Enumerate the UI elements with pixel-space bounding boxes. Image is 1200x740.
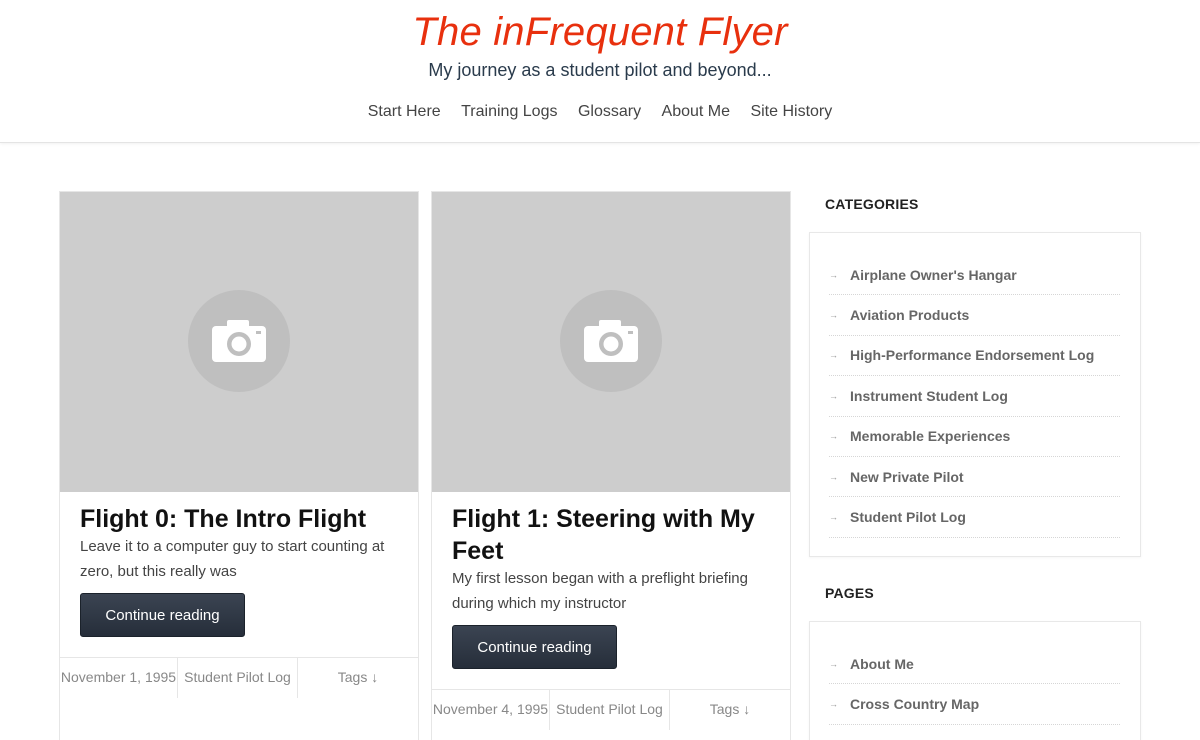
site-title[interactable]: The inFrequent Flyer xyxy=(0,10,1200,55)
category-link[interactable]: New Private Pilot xyxy=(850,469,964,485)
pages-list: → About Me → Cross Country Map xyxy=(829,644,1120,725)
arrow-right-icon: → xyxy=(829,471,838,482)
category-link[interactable]: Memorable Experiences xyxy=(850,428,1010,444)
categories-widget: → Airplane Owner's Hangar → Aviation Produ… xyxy=(809,232,1141,557)
post-category[interactable]: Student Pilot Log xyxy=(178,658,298,698)
arrow-right-icon: → xyxy=(829,310,838,321)
post-date[interactable]: November 4, 1995 xyxy=(432,690,550,730)
arrow-right-icon: → xyxy=(829,350,838,361)
post-excerpt: Leave it to a computer guy to start coun… xyxy=(80,538,385,580)
site-header: The inFrequent Flyer My journey as a stu… xyxy=(0,0,1200,143)
nav-about-me[interactable]: About Me xyxy=(662,103,730,120)
post-card: Flight 0: The Intro Flight Leave it to a… xyxy=(59,191,419,740)
continue-reading-button[interactable]: Continue reading xyxy=(452,625,617,669)
page-item[interactable]: → Cross Country Map xyxy=(829,684,1120,725)
arrow-right-icon: → xyxy=(829,390,838,401)
post-date[interactable]: November 1, 1995 xyxy=(60,658,178,698)
page-link[interactable]: Cross Country Map xyxy=(850,696,979,712)
categories-widget-title: CATEGORIES xyxy=(825,196,919,212)
continue-reading-button[interactable]: Continue reading xyxy=(80,593,245,637)
category-item[interactable]: → Instrument Student Log xyxy=(829,376,1120,417)
page-item[interactable]: → About Me xyxy=(829,644,1120,685)
nav-training-logs[interactable]: Training Logs xyxy=(461,103,557,120)
post-meta: November 1, 1995 Student Pilot Log Tags … xyxy=(60,657,418,698)
category-link[interactable]: Aviation Products xyxy=(850,307,969,323)
camera-icon xyxy=(560,290,662,392)
camera-icon xyxy=(188,290,290,392)
page-link[interactable]: About Me xyxy=(850,656,914,672)
arrow-right-icon: → xyxy=(829,269,838,280)
pages-widget-title: PAGES xyxy=(825,585,874,601)
category-item[interactable]: → Aviation Products xyxy=(829,295,1120,336)
site-tagline: My journey as a student pilot and beyond… xyxy=(428,60,772,80)
post-excerpt: My first lesson began with a preflight b… xyxy=(452,570,748,612)
arrow-right-icon: → xyxy=(829,658,838,669)
category-link[interactable]: Airplane Owner's Hangar xyxy=(850,267,1017,283)
category-item[interactable]: → High-Performance Endorsement Log xyxy=(829,336,1120,377)
main-nav: Start Here Training Logs Glossary About … xyxy=(0,103,1200,121)
arrow-right-icon: → xyxy=(829,431,838,442)
post-thumbnail[interactable] xyxy=(432,192,790,492)
categories-list: → Airplane Owner's Hangar → Aviation Produ… xyxy=(829,255,1120,538)
category-link[interactable]: Student Pilot Log xyxy=(850,509,966,525)
post-category[interactable]: Student Pilot Log xyxy=(550,690,670,730)
nav-site-history[interactable]: Site History xyxy=(750,103,832,120)
category-item[interactable]: → Memorable Experiences xyxy=(829,417,1120,457)
category-item[interactable]: → Student Pilot Log xyxy=(829,497,1120,538)
post-tags-toggle[interactable]: Tags ↓ xyxy=(298,658,418,698)
pages-widget: → About Me → Cross Country Map xyxy=(809,621,1141,740)
nav-start-here[interactable]: Start Here xyxy=(368,103,441,120)
post-thumbnail[interactable] xyxy=(60,192,418,492)
category-link[interactable]: High-Performance Endorsement Log xyxy=(850,347,1094,363)
category-item[interactable]: → Airplane Owner's Hangar xyxy=(829,255,1120,296)
post-meta: November 4, 1995 Student Pilot Log Tags … xyxy=(432,689,790,730)
post-title[interactable]: Flight 0: The Intro Flight xyxy=(80,503,400,535)
post-title[interactable]: Flight 1: Steering with My Feet xyxy=(452,503,772,567)
arrow-right-icon: → xyxy=(829,512,838,523)
arrow-right-icon: → xyxy=(829,699,838,710)
post-tags-toggle[interactable]: Tags ↓ xyxy=(670,690,790,730)
category-item[interactable]: → New Private Pilot xyxy=(829,457,1120,498)
nav-glossary[interactable]: Glossary xyxy=(578,103,641,120)
category-link[interactable]: Instrument Student Log xyxy=(850,388,1008,404)
post-card: Flight 1: Steering with My Feet My first… xyxy=(431,191,791,740)
